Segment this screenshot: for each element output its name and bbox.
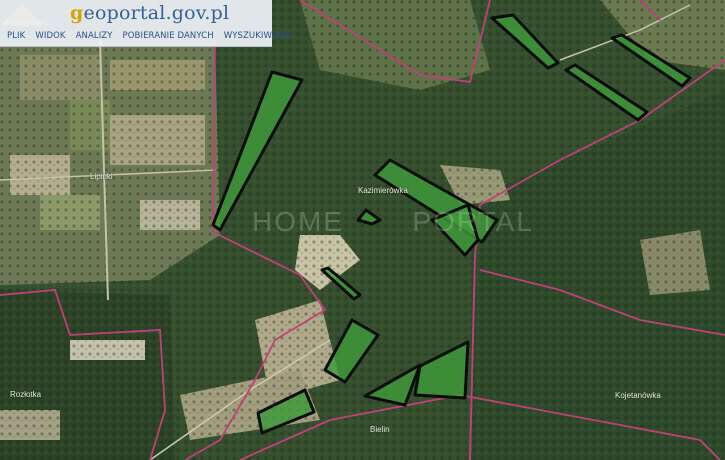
menu-item-analizy[interactable]: ANALIZY (71, 31, 118, 41)
place-label: Lipinki (90, 172, 113, 181)
place-label: Kazimierówka (358, 186, 408, 195)
geoportal-header: geoportal.gov.pl PLIK WIDOK ANALIZY POBI… (0, 0, 292, 47)
menu-item-plik[interactable]: PLIK (2, 31, 30, 41)
watermark: HOME PORTAL (252, 206, 534, 237)
menu-item-wyszukiwania[interactable]: WYSZUKIWANIA (219, 31, 298, 41)
satellite-map[interactable]: HOME PORTAL Lipinki Kazimierówka Rozłotk… (0, 0, 725, 460)
menu-item-widok[interactable]: WIDOK (30, 31, 70, 41)
geoportal-logo[interactable]: geoportal.gov.pl (70, 2, 229, 24)
place-label: Kojetanówka (615, 391, 661, 400)
place-label: Bielin (370, 425, 390, 434)
place-label: Rozłotka (10, 390, 42, 399)
menu-item-pobieranie-danych[interactable]: POBIERANIE DANYCH (118, 31, 219, 41)
main-menu: PLIK WIDOK ANALIZY POBIERANIE DANYCH WYS… (2, 31, 297, 41)
